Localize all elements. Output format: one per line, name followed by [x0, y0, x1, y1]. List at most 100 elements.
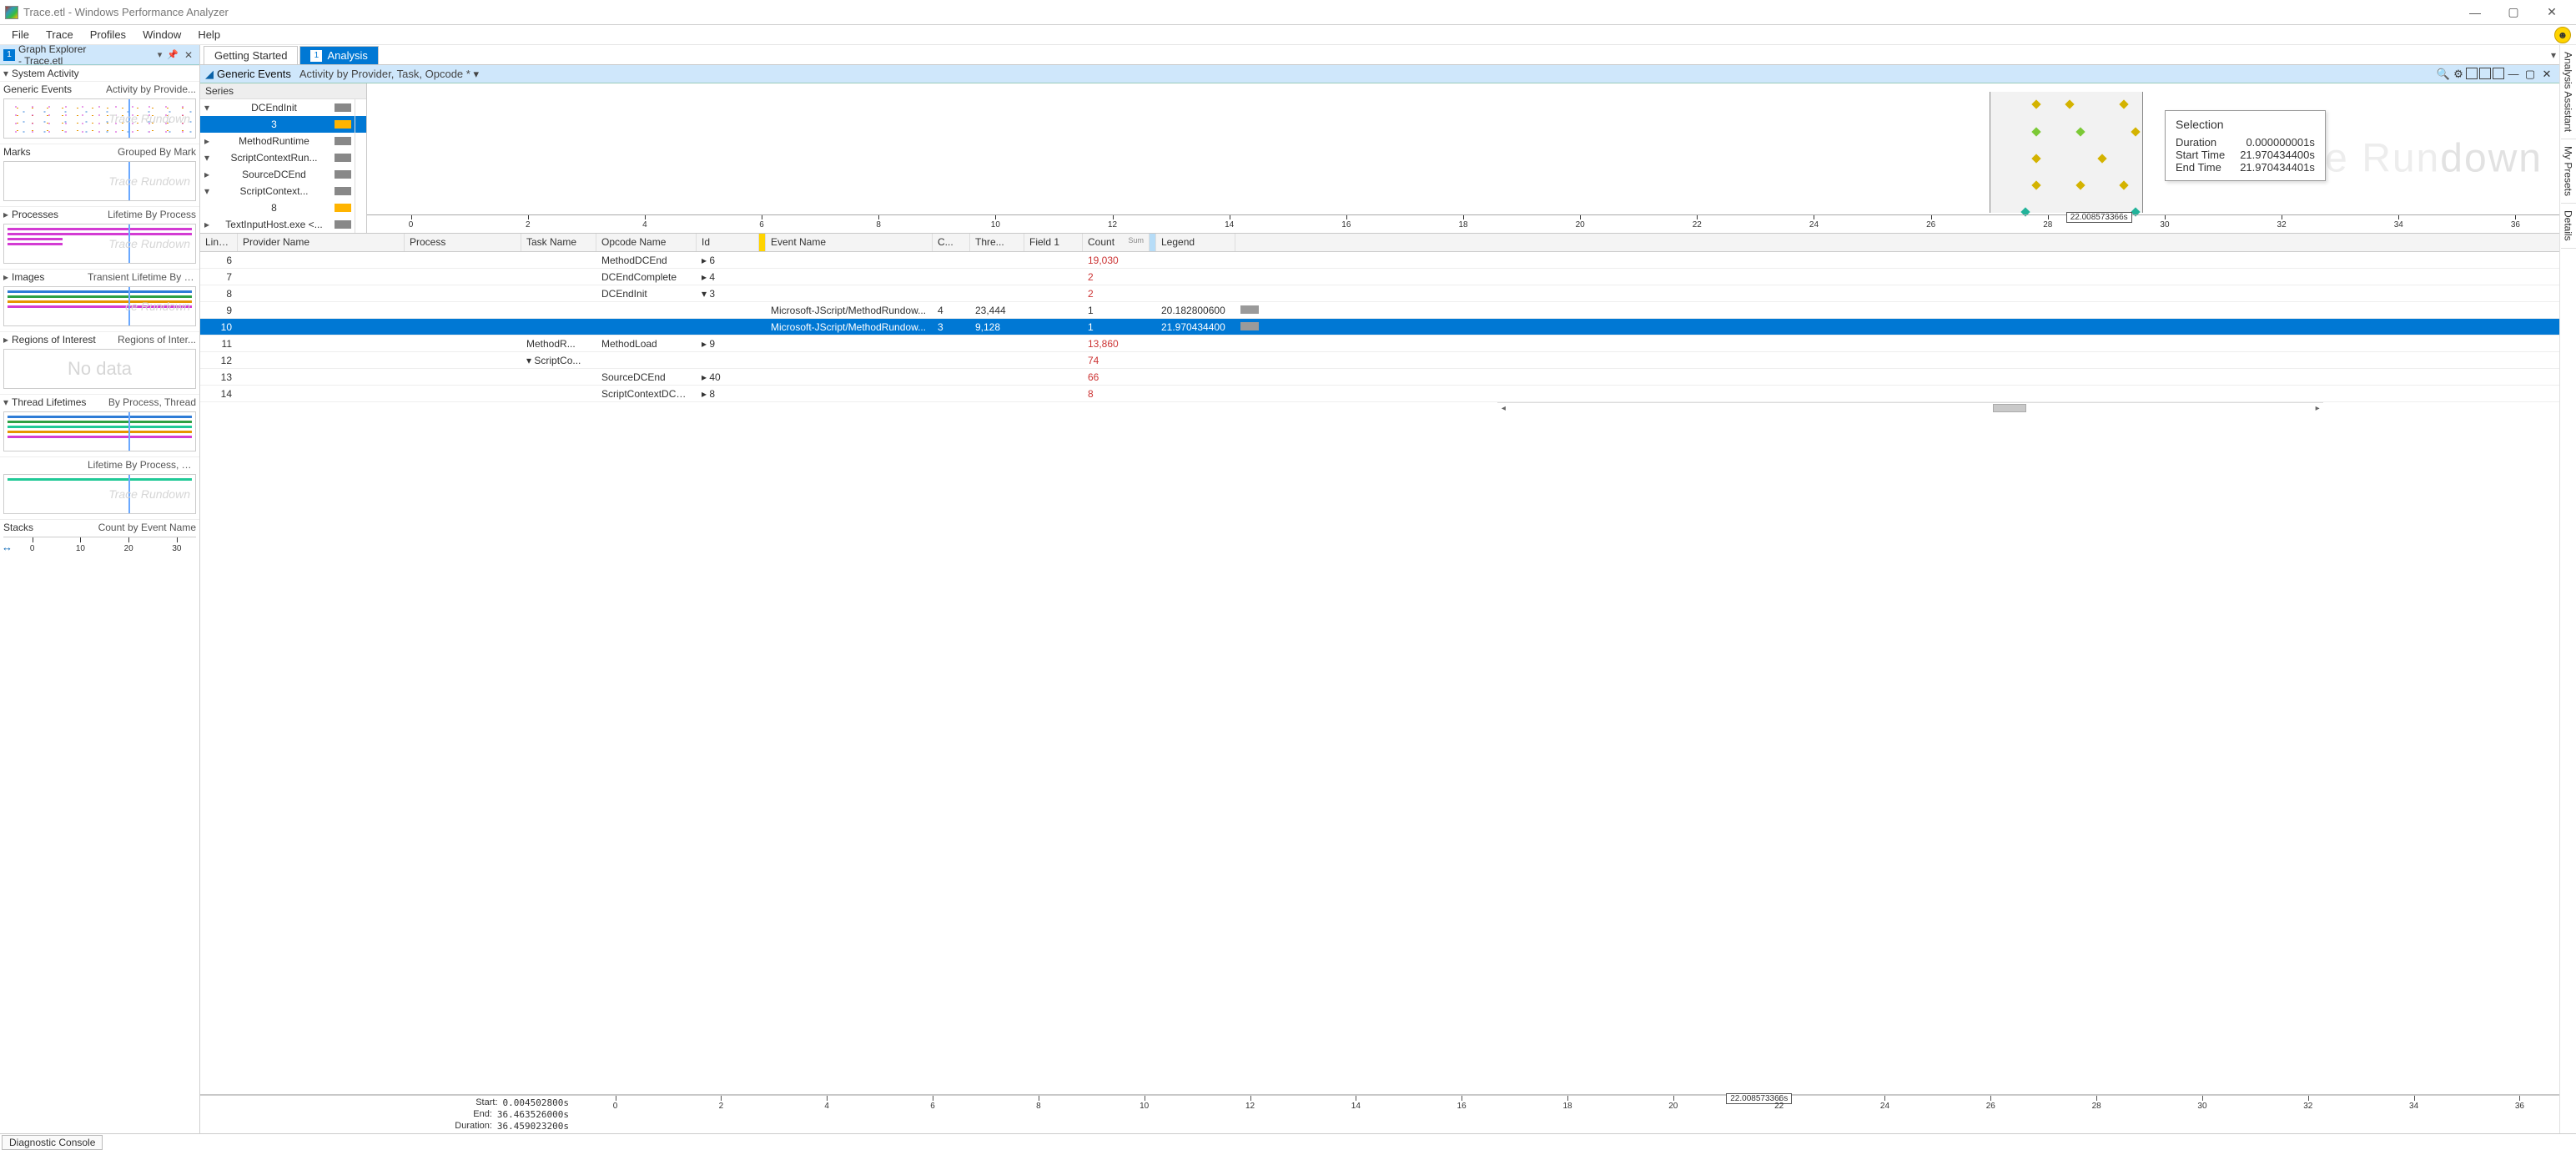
window-min-icon[interactable]: —: [2506, 68, 2521, 81]
menu-help[interactable]: Help: [189, 27, 229, 43]
minimize-button[interactable]: —: [2456, 0, 2494, 25]
maximize-button[interactable]: ▢: [2494, 0, 2533, 25]
section-images[interactable]: Images: [12, 271, 88, 283]
series-row[interactable]: 8: [200, 199, 366, 216]
table-row[interactable]: 11MethodR...MethodLoad▸ 913,860: [200, 335, 2559, 352]
section-generic-events[interactable]: Generic Events: [3, 83, 106, 95]
expand-icon[interactable]: ▸: [200, 135, 214, 147]
double-arrow-icon[interactable]: ↔: [2, 541, 13, 553]
series-row[interactable]: ▸MethodRuntime: [200, 133, 366, 149]
column-header[interactable]: Task Name: [521, 234, 596, 251]
pin-icon[interactable]: 📌: [164, 49, 181, 60]
selection-region[interactable]: [1990, 92, 2143, 213]
table-row[interactable]: 12▾ ScriptCo...74: [200, 352, 2559, 369]
dropdown-icon[interactable]: ▾: [473, 68, 479, 80]
expand-icon[interactable]: ▾: [200, 152, 214, 164]
close-button[interactable]: ✕: [2533, 0, 2571, 25]
menu-file[interactable]: File: [3, 27, 38, 43]
graph-explorer-tab[interactable]: 1 Graph Explorer - Trace.etl ▾ 📌 ✕: [0, 45, 199, 65]
menu-profiles[interactable]: Profiles: [82, 27, 134, 43]
table-row[interactable]: 9Microsoft-JScript/MethodRundow...423,44…: [200, 302, 2559, 319]
section-stacks[interactable]: Stacks: [3, 522, 98, 533]
section-processes[interactable]: Processes: [12, 209, 108, 220]
tab-my-presets[interactable]: My Presets: [2561, 139, 2576, 204]
table-row[interactable]: 6MethodDCEnd▸ 619,030: [200, 252, 2559, 269]
menu-trace[interactable]: Trace: [38, 27, 82, 43]
ruler-cursor[interactable]: 22.008573366s: [2066, 212, 2132, 223]
column-header[interactable]: [759, 234, 766, 251]
expand-icon[interactable]: ▸: [200, 169, 214, 180]
tab-details[interactable]: Details: [2561, 204, 2576, 249]
view-mode-2-icon[interactable]: [2479, 68, 2491, 79]
expand-icon[interactable]: ▾: [200, 102, 214, 113]
thumb-images[interactable]: ce Rundown: [3, 286, 196, 326]
expand-icon[interactable]: ▾: [200, 185, 214, 197]
column-header[interactable]: Line #: [200, 234, 238, 251]
expand-icon[interactable]: ▸: [200, 219, 214, 230]
scroll-right-icon[interactable]: ▸: [2312, 403, 2323, 414]
table-row[interactable]: 13SourceDCEnd▸ 4066: [200, 369, 2559, 386]
section-regions[interactable]: Regions of Interest: [12, 334, 118, 346]
thumb-generic-events[interactable]: Trace Rundown: [3, 98, 196, 139]
thumb-processes[interactable]: Trace Rundown: [3, 224, 196, 264]
column-header[interactable]: Field 1: [1024, 234, 1083, 251]
chart-canvas[interactable]: Trace Rundown Selection Duration0.00: [367, 83, 2559, 233]
column-header[interactable]: Thre...: [970, 234, 1024, 251]
window-close-icon[interactable]: ✕: [2539, 68, 2554, 81]
column-header[interactable]: Event Name: [766, 234, 933, 251]
window-max-icon[interactable]: ▢: [2523, 68, 2538, 81]
search-icon[interactable]: 🔍: [2436, 68, 2451, 81]
chart-ruler[interactable]: 22.008573366s 02468101214161820222426283…: [367, 214, 2559, 233]
section-marks[interactable]: Marks: [3, 146, 118, 158]
dropdown-icon[interactable]: ▾: [155, 49, 165, 60]
series-row[interactable]: ▾ScriptContextRun...: [200, 149, 366, 166]
thumb-thread[interactable]: [3, 411, 196, 451]
tab-analysis-assistant[interactable]: Analysis Assistant: [2561, 45, 2576, 139]
table-row[interactable]: 14ScriptContextDCE...▸ 88: [200, 386, 2559, 402]
scroll-thumb[interactable]: [1993, 404, 2026, 412]
table-row[interactable]: 7DCEndComplete▸ 42: [200, 269, 2559, 285]
sidebar-ruler[interactable]: ↔ 0 10 20 30: [3, 537, 196, 560]
series-row[interactable]: ▸SourceDCEnd: [200, 166, 366, 183]
tabs-dropdown-icon[interactable]: ▾: [2548, 46, 2559, 64]
section-system-activity[interactable]: System Activity: [12, 68, 196, 79]
thumb-marks[interactable]: Trace Rundown: [3, 161, 196, 201]
series-row[interactable]: 3: [200, 116, 366, 133]
column-header[interactable]: Provider Name: [238, 234, 405, 251]
ge-subtitle[interactable]: Activity by Provider, Task, Opcode * ▾: [299, 68, 2436, 81]
column-header[interactable]: Id: [697, 234, 759, 251]
bottom-ruler-canvas[interactable]: 22.008573366s 02468101214161820222426283…: [576, 1096, 2559, 1133]
scroll-left-icon[interactable]: ◂: [1497, 403, 1509, 414]
series-scroll[interactable]: [355, 166, 366, 183]
view-mode-1-icon[interactable]: [2466, 68, 2478, 79]
series-scroll[interactable]: [355, 99, 366, 116]
series-scroll[interactable]: [355, 149, 366, 166]
column-header[interactable]: Legend: [1156, 234, 1235, 251]
tab-analysis[interactable]: 1Analysis: [299, 46, 378, 64]
close-panel-icon[interactable]: ✕: [181, 49, 196, 61]
series-row[interactable]: ▾DCEndInit: [200, 99, 366, 116]
series-row[interactable]: ▸TextInputHost.exe <...: [200, 216, 366, 233]
column-header[interactable]: Process: [405, 234, 521, 251]
diagnostic-console-button[interactable]: Diagnostic Console: [2, 1135, 103, 1150]
column-header[interactable]: Count Sum: [1083, 234, 1150, 251]
column-header[interactable]: C...: [933, 234, 970, 251]
thumb-regions[interactable]: No data: [3, 349, 196, 389]
table-row[interactable]: 8DCEndInit▾ 32: [200, 285, 2559, 302]
series-scroll[interactable]: [355, 183, 366, 199]
series-scroll[interactable]: [355, 216, 366, 233]
column-header[interactable]: Opcode Name: [596, 234, 697, 251]
tab-getting-started[interactable]: Getting Started: [204, 46, 298, 64]
section-lifetime[interactable]: Lifetime By Process, Thread: [88, 459, 196, 471]
thumb-lifetime[interactable]: Trace Rundown: [3, 474, 196, 514]
series-row[interactable]: ▾ScriptContext...: [200, 183, 366, 199]
column-header[interactable]: [1150, 234, 1156, 251]
collapse-icon[interactable]: ◢: [205, 68, 214, 81]
section-thread-lifetimes[interactable]: Thread Lifetimes: [12, 396, 108, 408]
menu-window[interactable]: Window: [134, 27, 189, 43]
horizontal-scrollbar[interactable]: ◂ ▸: [1497, 402, 2323, 414]
series-scroll[interactable]: [355, 116, 366, 133]
feedback-icon[interactable]: ☻: [2554, 27, 2571, 43]
table-row[interactable]: 10Microsoft-JScript/MethodRundow...39,12…: [200, 319, 2559, 335]
view-mode-3-icon[interactable]: [2493, 68, 2504, 79]
